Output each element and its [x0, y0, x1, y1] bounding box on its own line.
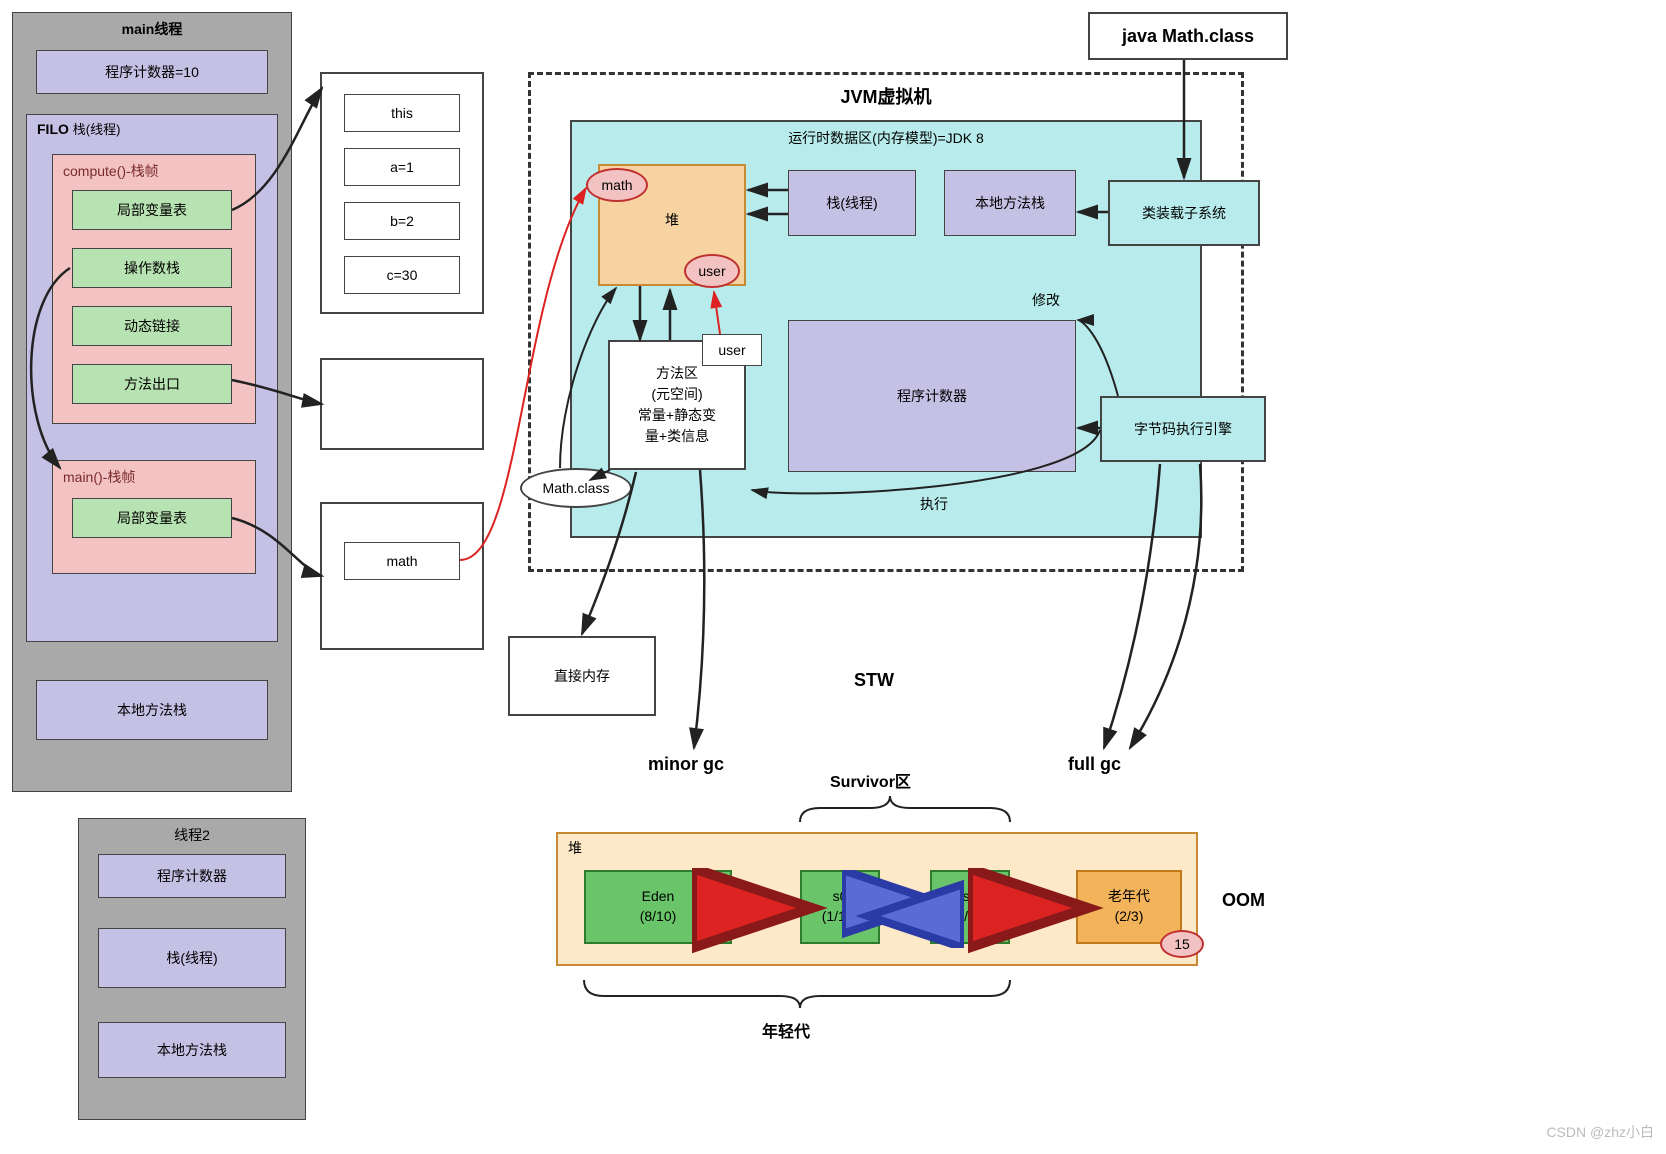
diagram-canvas: main线程 程序计数器=10 FILO 栈(线程) compute()-栈帧 … — [0, 0, 1666, 1154]
watermark: CSDN @zhz小白 — [1546, 1122, 1654, 1142]
arrows-layer — [0, 0, 1666, 1154]
